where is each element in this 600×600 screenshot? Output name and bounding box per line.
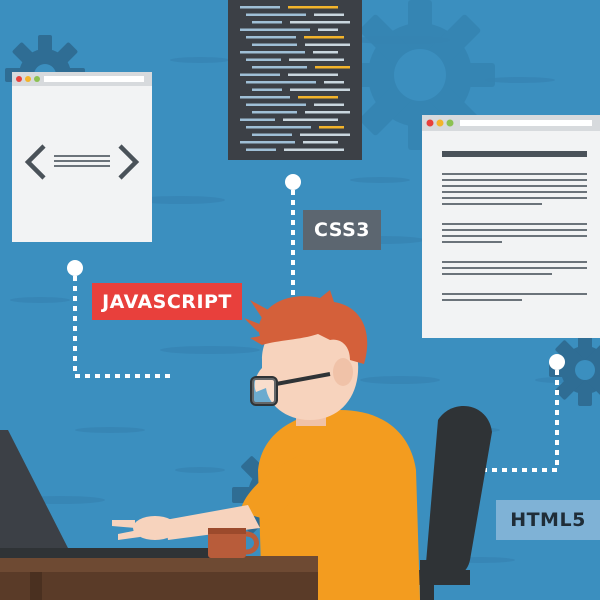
coffee-mug-icon [208,528,259,558]
illustration-scene: JAVASCRIPT CSS3 HTML5 [0,0,600,600]
developer-character [0,290,492,600]
desk [0,556,318,572]
laptop-icon [0,430,215,558]
